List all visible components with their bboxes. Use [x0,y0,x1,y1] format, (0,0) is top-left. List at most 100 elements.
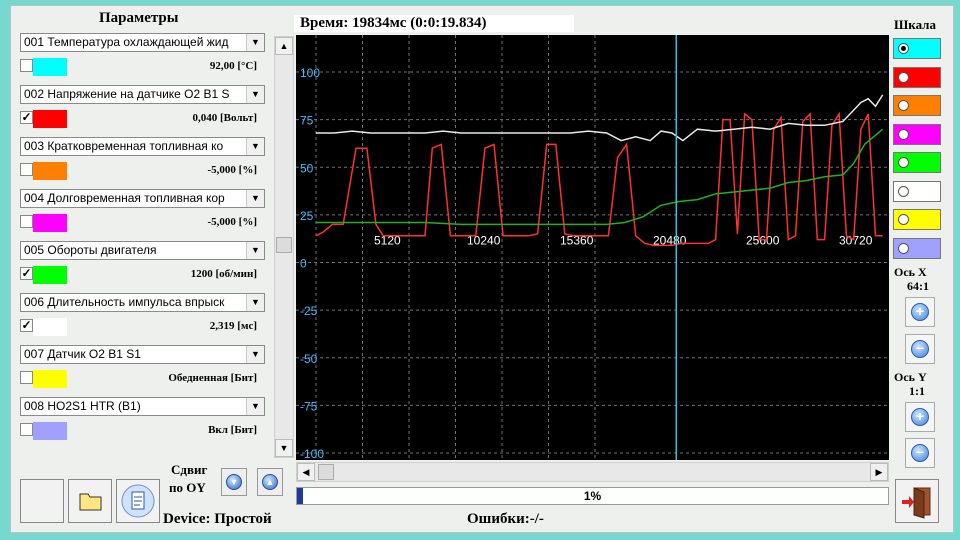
chart-hscrollbar[interactable]: ◀ ▶ [296,462,889,482]
scale-option[interactable] [893,209,941,230]
y-tick-label: 0 [300,257,307,271]
parameter-checkbox[interactable]: ✓ [20,267,33,280]
parameter-color-swatch [33,110,67,128]
chevron-down-icon[interactable]: ▼ [246,398,264,415]
parameter-checkbox[interactable] [20,371,33,384]
time-label: Время: 19834мс (0:0:19.834) [294,15,574,32]
y-tick-label: 75 [300,114,314,128]
scale-option[interactable] [893,38,941,59]
y-axis-ratio: 1:1 [909,384,925,398]
chart-svg: 1007550250-25-50-75-1005120 10240 15360 204… [296,35,889,460]
zoom-in-icon: + [911,408,929,426]
chevron-down-icon[interactable]: ▼ [246,34,264,51]
x-zoom-out-button[interactable]: − [905,334,935,364]
radio-icon[interactable] [898,43,909,54]
chart-area[interactable]: 100 75 50 25 0 -25 -50 -75 -100 5120 10240 15360 204… [296,35,889,460]
parameter-select-value: 008 HO2S1 HTR (B1) [24,399,141,413]
parameter-value: -5,000 [%] [207,216,258,228]
x-zoom-in-button[interactable]: + [905,297,935,327]
chevron-down-icon[interactable]: ▼ [246,86,264,103]
progress-fill [297,488,303,504]
scale-option[interactable] [893,95,941,116]
radio-icon[interactable] [898,128,909,140]
exit-door-icon [902,487,931,519]
scroll-thumb[interactable] [276,237,292,253]
parameter-value: 1200 [об/мин] [190,268,257,280]
blank-button[interactable] [20,479,64,523]
y-tick-label: -50 [300,352,318,366]
parameter-select[interactable]: 003 Кратковременная топливная ко ▼ [20,137,265,156]
radio-icon[interactable] [898,214,909,225]
parameter-row: ✓ 0,040 [Вольт] [20,108,265,130]
open-folder-button[interactable] [68,479,112,523]
radio-icon[interactable] [898,242,909,254]
zoom-out-icon: − [911,444,929,462]
exit-button[interactable] [895,479,939,523]
folder-icon [79,493,102,511]
parameter-select-value: 003 Кратковременная топливная ко [24,139,224,153]
y-tick-label: 50 [300,161,314,175]
parameter-checkbox[interactable]: ✓ [20,111,33,124]
parameter-select[interactable]: 005 Обороты двигателя ▼ [20,241,265,260]
parameter-checkbox[interactable] [20,59,33,72]
y-tick-label: -25 [300,304,318,318]
chevron-down-icon[interactable]: ▼ [246,138,264,155]
scale-option[interactable] [893,66,941,88]
parameter-color-swatch [33,422,67,440]
y-tick-label: -100 [300,447,324,460]
parameter-select[interactable]: 007 Датчик О2 В1 S1 ▼ [20,345,265,364]
scroll-left-icon[interactable]: ◀ [297,463,315,481]
y-axis-label: Ось Y [894,370,927,384]
radio-icon[interactable] [898,185,909,197]
x-tick-label: 25600 [746,234,780,248]
shift-down-button[interactable]: ▼ [221,468,247,496]
parameter-value: 0,040 [Вольт] [192,112,258,124]
parameter-checkbox[interactable] [20,163,33,176]
parameter-checkbox[interactable] [20,423,33,436]
parameter-select[interactable]: 001 Температура охлаждающей жид ▼ [20,33,265,52]
scale-option[interactable] [893,123,941,145]
y-zoom-in-button[interactable]: + [905,402,935,432]
chevron-down-icon[interactable]: ▼ [246,190,264,207]
scale-option[interactable] [893,152,941,173]
y-tick-label: 100 [300,66,320,80]
arrow-down-icon: ▼ [226,474,242,490]
chevron-down-icon[interactable]: ▼ [246,242,264,259]
parameter-checkbox[interactable] [20,215,33,228]
parameter-color-swatch [33,266,67,284]
radio-icon[interactable] [898,157,909,168]
parameter-checkbox[interactable]: ✓ [20,319,33,332]
parameter-color-swatch [33,58,67,76]
scroll-right-icon[interactable]: ▶ [870,463,888,481]
parameter-select[interactable]: 006 Длительность импульса впрыск ▼ [20,293,265,312]
scale-option[interactable] [893,180,941,202]
progress-bar: 1% [296,487,889,505]
parameter-row: Обедненная [Бит] [20,368,265,390]
x-axis-ratio: 64:1 [907,279,929,293]
parameter-select[interactable]: 008 HO2S1 HTR (B1) ▼ [20,397,265,416]
report-button[interactable] [116,479,160,523]
hscroll-thumb[interactable] [318,464,334,480]
zoom-out-icon: − [911,340,929,358]
param-scrollbar[interactable]: ▲ ▼ [274,36,294,458]
parameter-color-swatch [33,214,67,232]
device-label: Device: Простой [163,511,272,527]
parameter-select[interactable]: 004 Долговременная топливная кор ▼ [20,189,265,208]
y-zoom-out-button[interactable]: − [905,438,935,468]
parameter-select-value: 004 Долговременная топливная кор [24,191,225,205]
shift-up-button[interactable]: ▲ [257,468,283,496]
series-line-1 [316,94,884,142]
parameter-select[interactable]: 002 Напряжение на датчике О2 B1 S ▼ [20,85,265,104]
chevron-down-icon[interactable]: ▼ [246,294,264,311]
x-tick-label: 30720 [839,234,873,248]
y-tick-label: -75 [300,399,318,413]
errors-label: Ошибки:-/- [467,511,544,527]
parameter-color-swatch [33,370,67,388]
scroll-down-icon[interactable]: ▼ [275,439,293,457]
radio-icon[interactable] [898,100,909,111]
chevron-down-icon[interactable]: ▼ [246,346,264,363]
parameter-row: ✓ 1200 [об/мин] [20,264,265,286]
scale-option[interactable] [893,237,941,259]
scroll-up-icon[interactable]: ▲ [275,37,293,55]
radio-icon[interactable] [898,71,909,83]
